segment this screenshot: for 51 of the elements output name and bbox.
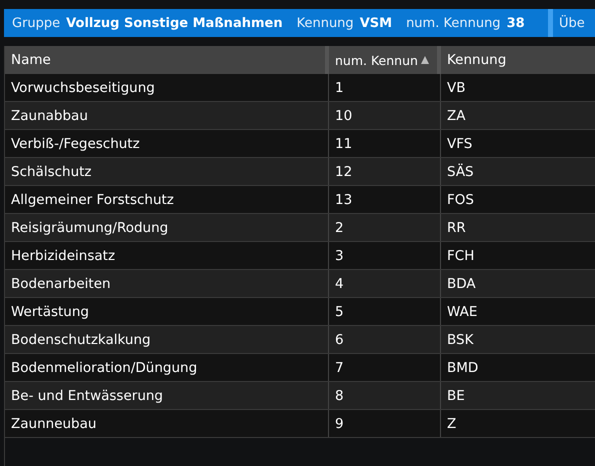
table-cell: Bodenarbeiten bbox=[5, 270, 329, 297]
table-cell: 8 bbox=[329, 382, 441, 409]
table-cell-text: BDA bbox=[446, 274, 477, 294]
table-cell: Be- und Entwässerung bbox=[5, 382, 329, 409]
table-cell-text: BE bbox=[446, 386, 466, 406]
table-cell: 12 bbox=[329, 158, 441, 185]
table-cell: 5 bbox=[329, 298, 441, 325]
table-cell-text: ZA bbox=[446, 106, 466, 126]
table-cell: Verbiß-/Fegeschutz bbox=[5, 130, 329, 157]
table-cell: 7 bbox=[329, 354, 441, 381]
table-cell: 11 bbox=[329, 130, 441, 157]
table-cell: Allgemeiner Forstschutz bbox=[5, 186, 329, 213]
table-cell: 3 bbox=[329, 242, 441, 269]
column-header-label: Kennung bbox=[447, 52, 506, 68]
table-cell: 9 bbox=[329, 410, 441, 437]
field-value: 38 bbox=[506, 16, 525, 30]
table-cell: Reisigräumung/Rodung bbox=[5, 214, 329, 241]
table-cell-text: FOS bbox=[446, 190, 475, 210]
table-cell-text: BMD bbox=[446, 358, 480, 378]
table-cell-text: Z bbox=[446, 414, 458, 434]
table-cell: 13 bbox=[329, 186, 441, 213]
column-header-label: num. Kennun bbox=[335, 52, 418, 68]
table-cell-text: SÄS bbox=[446, 162, 475, 182]
splitter[interactable] bbox=[548, 9, 553, 37]
field-value: Vollzug Sonstige Maßnahmen bbox=[66, 16, 283, 30]
field-label: Kennung bbox=[296, 16, 354, 30]
table-cell: Zaunneubau bbox=[5, 410, 329, 437]
table-cell-text: VFS bbox=[446, 134, 474, 154]
table-cell: 6 bbox=[329, 326, 441, 353]
table-cell-text: WAE bbox=[446, 302, 478, 322]
field-label: num. Kennung bbox=[406, 16, 501, 30]
table-cell-text: VB bbox=[446, 78, 466, 98]
table-cell: Bodenschutzkalkung bbox=[5, 326, 329, 353]
table-cell: Schälschutz bbox=[5, 158, 329, 185]
table-cell-text: BSK bbox=[446, 330, 474, 350]
field-value: VSM bbox=[360, 16, 392, 30]
table-cell: 2 bbox=[329, 214, 441, 241]
field-label: Gruppe bbox=[12, 16, 60, 30]
table-cell: Vorwuchsbeseitigung bbox=[5, 74, 329, 101]
table-cell: 4 bbox=[329, 270, 441, 297]
table-cell: Wertästung bbox=[5, 298, 329, 325]
table-cell: Bodenmelioration/Düngung bbox=[5, 354, 329, 381]
column-header[interactable]: Kennung bbox=[441, 46, 595, 74]
column-header-label: Name bbox=[11, 52, 51, 68]
table-cell-text: FCH bbox=[446, 246, 476, 266]
table-cell: 10 bbox=[329, 102, 441, 129]
table-cell: Zaunabbau bbox=[5, 102, 329, 129]
field-label: Übe bbox=[559, 16, 585, 30]
table-cell: 1 bbox=[329, 74, 441, 101]
table-cell-text: RR bbox=[446, 218, 467, 238]
table-cell: Herbizideinsatz bbox=[5, 242, 329, 269]
